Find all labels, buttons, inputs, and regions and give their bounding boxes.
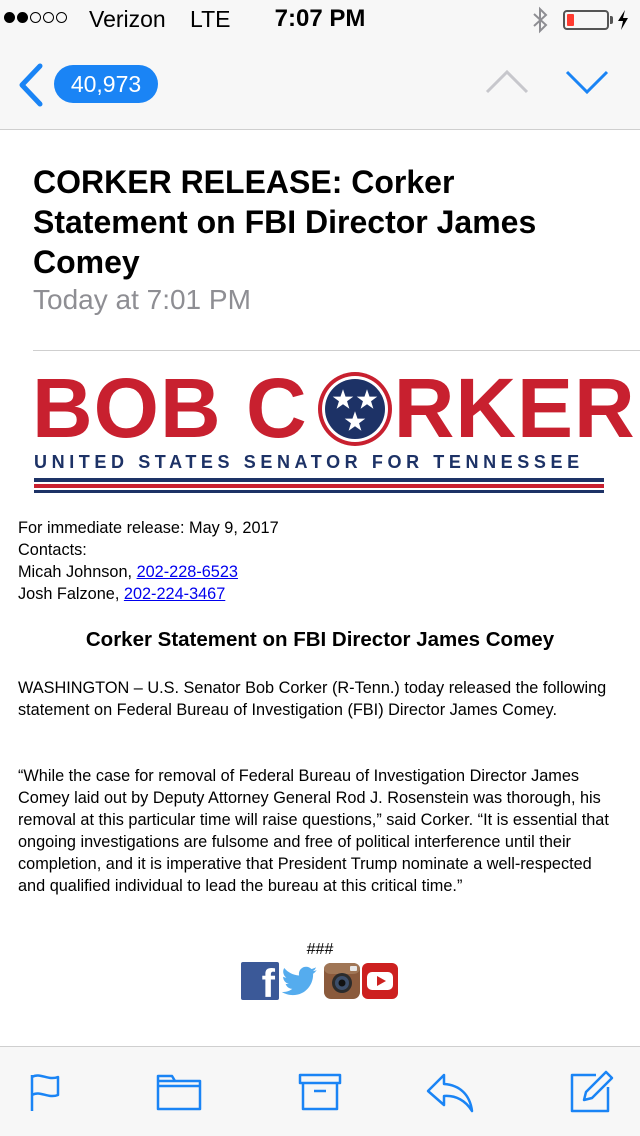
tennessee-star-seal-icon bbox=[318, 372, 392, 446]
message-subject: CORKER RELEASE: Corker Statement on FBI … bbox=[33, 164, 537, 280]
flag-icon[interactable] bbox=[22, 1069, 74, 1115]
contacts-label: Contacts: bbox=[18, 541, 87, 559]
bob-corker-logo: BOB C RKER UNITED STATES SENATOR FOR TENN… bbox=[32, 366, 635, 496]
battery-icon bbox=[563, 10, 609, 30]
archive-icon[interactable] bbox=[294, 1069, 346, 1115]
facebook-icon[interactable]: f bbox=[241, 962, 279, 1004]
end-mark: ### bbox=[306, 941, 334, 958]
bluetooth-icon bbox=[533, 6, 548, 34]
compose-icon[interactable] bbox=[566, 1069, 618, 1115]
contact-phone-link[interactable]: 202-224-3467 bbox=[124, 585, 225, 603]
logo-subtitle: UNITED STATES SENATOR FOR TENNESSEE bbox=[34, 452, 584, 472]
chevron-left-icon[interactable] bbox=[14, 62, 48, 108]
bottom-toolbar bbox=[0, 1046, 640, 1136]
chevron-up-icon[interactable] bbox=[484, 68, 530, 96]
folder-icon[interactable] bbox=[153, 1069, 205, 1115]
reply-icon[interactable] bbox=[424, 1069, 476, 1115]
logo-stripe bbox=[34, 484, 604, 488]
statement-headline: Corker Statement on FBI Director James C… bbox=[85, 628, 555, 651]
instagram-icon[interactable] bbox=[323, 962, 361, 1000]
message-date: Today at 7:01 PM bbox=[33, 284, 251, 315]
contact-line: Josh Falzone, 202-224-3467 bbox=[18, 585, 226, 603]
release-info: For immediate release: May 9, 2017 Conta… bbox=[18, 517, 622, 605]
release-date-line: For immediate release: May 9, 2017 bbox=[18, 519, 279, 537]
logo-stripe bbox=[34, 478, 604, 482]
nav-bar: 40,973 bbox=[0, 40, 640, 130]
contact-phone-link[interactable]: 202-228-6523 bbox=[137, 563, 238, 581]
statement-intro: WASHINGTON – U.S. Senator Bob Corker (R-… bbox=[18, 679, 607, 719]
contact-line: Micah Johnson, 202-228-6523 bbox=[18, 563, 238, 581]
battery-tip bbox=[610, 16, 613, 24]
header-divider bbox=[33, 350, 640, 351]
charging-bolt-icon bbox=[618, 10, 628, 30]
chevron-down-icon[interactable] bbox=[564, 68, 610, 96]
youtube-icon[interactable] bbox=[361, 962, 399, 1000]
unread-count-badge[interactable]: 40,973 bbox=[54, 65, 158, 103]
logo-stripe bbox=[34, 490, 604, 493]
statement-quote: “While the case for removal of Federal B… bbox=[18, 767, 609, 895]
twitter-icon[interactable] bbox=[281, 962, 319, 1000]
status-bar: Verizon LTE 7:07 PM bbox=[0, 0, 640, 40]
